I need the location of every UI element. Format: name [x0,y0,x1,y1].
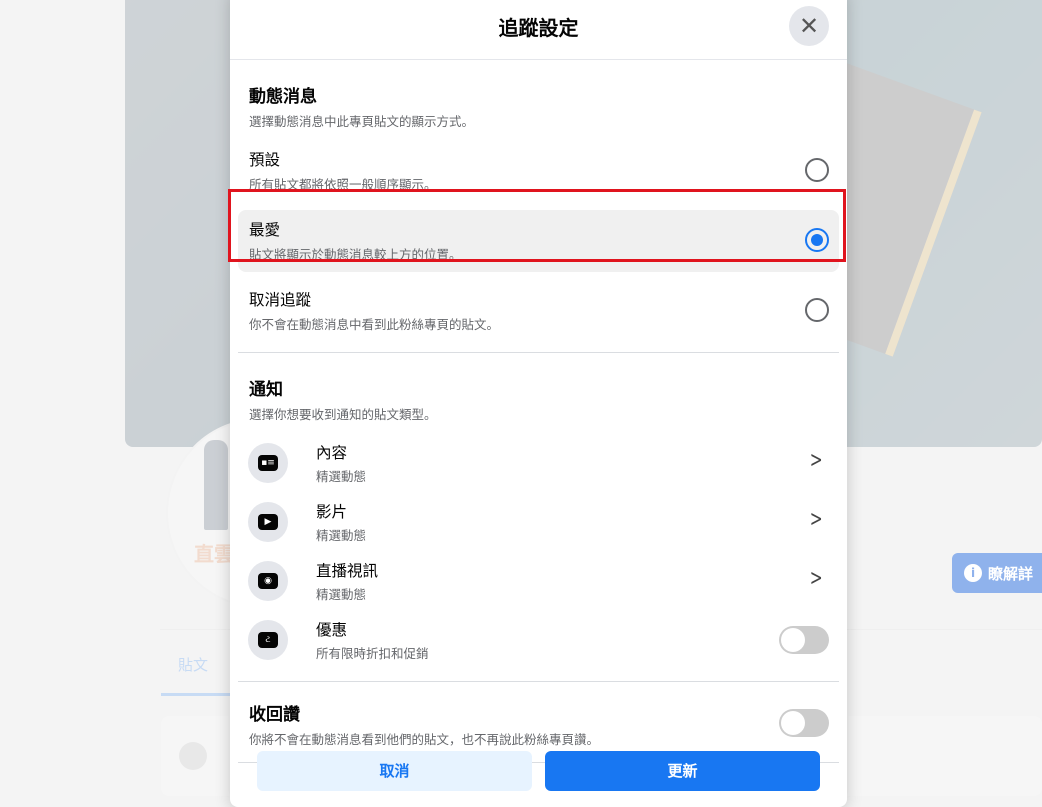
learn-more-button[interactable]: i 瞭解詳 [952,553,1042,593]
chevron-right-icon: > [809,566,823,591]
notifications-section-title: 通知 [249,380,283,400]
video-play-icon: ▶ [248,502,288,542]
close-button[interactable]: ✕ [789,6,829,46]
offers-toggle[interactable] [779,626,829,654]
feed-section-subtitle: 選擇動態消息中此專頁貼文的顯示方式。 [249,114,475,129]
option-unfollow[interactable]: 取消追蹤 你不會在動態消息中看到此粉絲專頁的貼文。 [238,280,839,342]
unlike-description: 你將不會在動態消息看到他們的貼文，也不再說此粉絲專頁讚。 [249,732,600,747]
radio-unfollow[interactable] [805,298,829,322]
notification-item-content[interactable]: ▪≡ 內容 精選動態 > [248,433,847,492]
update-button[interactable]: 更新 [545,751,820,791]
chat-bubble-icon: ▪≡ [248,443,288,483]
notification-item-live[interactable]: ◉ 直播視訊 精選動態 > [248,551,847,610]
radio-default[interactable] [805,158,829,182]
chevron-right-icon: > [809,507,823,532]
follow-settings-dialog: 追蹤設定 ✕ 動態消息 選擇動態消息中此專頁貼文的顯示方式。 預設 所有貼文都將… [230,0,847,807]
option-default[interactable]: 預設 所有貼文都將依照一般順序顯示。 [238,140,839,202]
notification-item-offers: ટ 優惠 所有限時折扣和促銷 [248,610,847,669]
option-favorite[interactable]: 最愛 貼文將顯示於動態消息較上方的位置。 [238,210,839,272]
feed-section-title: 動態消息 [249,87,317,107]
chevron-right-icon: > [809,448,823,473]
dialog-title: 追蹤設定 [498,16,579,40]
offer-icon: ટ [248,620,288,660]
unlike-title: 收回讚 [249,705,300,725]
radio-favorite[interactable] [805,228,829,252]
notification-item-video[interactable]: ▶ 影片 精選動態 > [248,492,847,551]
notifications-section-subtitle: 選擇你想要收到通知的貼文類型。 [249,407,437,422]
live-video-icon: ◉ [248,561,288,601]
cancel-button[interactable]: 取消 [257,751,532,791]
unlike-toggle[interactable] [779,709,829,737]
close-icon: ✕ [798,12,820,40]
info-icon: i [964,564,982,582]
